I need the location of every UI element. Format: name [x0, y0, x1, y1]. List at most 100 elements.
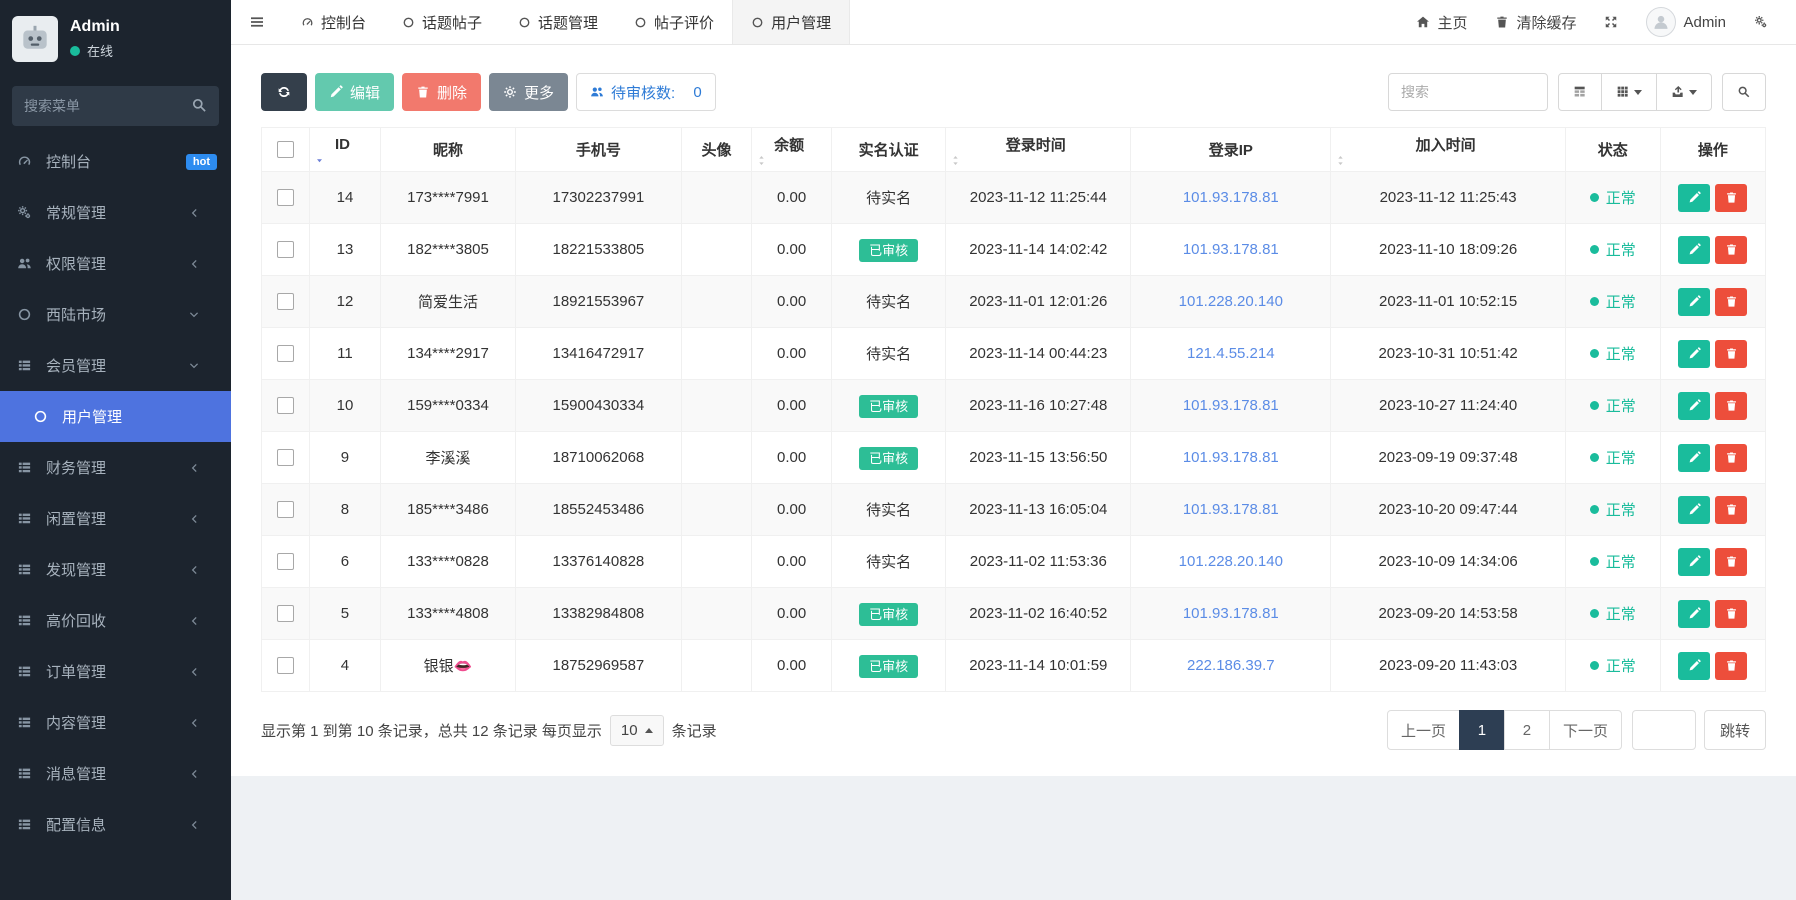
pencil-icon — [1688, 243, 1701, 256]
row-delete-button[interactable] — [1715, 339, 1748, 368]
login-ip-link[interactable]: 101.228.20.140 — [1179, 293, 1283, 310]
sidebar-item-message[interactable]: 消息管理 — [0, 748, 231, 799]
page-button-1[interactable]: 1 — [1458, 710, 1505, 750]
row-realname-status: 已审核 — [830, 379, 947, 432]
row-edit-button[interactable] — [1678, 495, 1711, 524]
sidebar-toggle-icon[interactable] — [231, 0, 283, 44]
more-button[interactable]: 更多 — [489, 73, 569, 111]
sidebar-item-user[interactable]: 用户管理 — [0, 391, 231, 442]
page-button-2[interactable]: 2 — [1503, 710, 1550, 750]
search-toggle-button[interactable] — [1722, 73, 1766, 111]
detail-view-button[interactable] — [1558, 73, 1602, 111]
row-checkbox[interactable] — [277, 605, 295, 623]
admin-user-menu[interactable]: Admin — [1632, 0, 1740, 44]
row-delete-button[interactable] — [1715, 443, 1748, 472]
row-edit-button[interactable] — [1678, 339, 1711, 368]
column-header[interactable]: ID — [309, 127, 381, 172]
row-delete-button[interactable] — [1715, 651, 1748, 680]
row-checkbox[interactable] — [277, 293, 295, 311]
row-edit-button[interactable] — [1678, 183, 1711, 212]
delete-button[interactable]: 删除 — [402, 73, 482, 111]
page-size-dropdown[interactable]: 10 — [609, 714, 664, 746]
row-edit-button[interactable] — [1678, 391, 1711, 420]
edit-button[interactable]: 编辑 — [315, 73, 395, 111]
sidebar-item-member[interactable]: 会员管理 — [0, 340, 231, 391]
login-ip-link[interactable]: 101.93.178.81 — [1183, 449, 1279, 466]
row-nickname: 133****0828 — [379, 535, 517, 588]
row-checkbox[interactable] — [277, 449, 295, 467]
row-delete-button[interactable] — [1715, 547, 1748, 576]
sidebar-item-general[interactable]: 常规管理 — [0, 187, 231, 238]
row-edit-button[interactable] — [1678, 599, 1711, 628]
sidebar-item-recycle[interactable]: 高价回收 — [0, 595, 231, 646]
menu-search-input[interactable] — [12, 86, 219, 126]
row-delete-button[interactable] — [1715, 287, 1748, 316]
sidebar-item-auth[interactable]: 权限管理 — [0, 238, 231, 289]
sidebar-item-market[interactable]: 西陆市场 — [0, 289, 231, 340]
row-delete-button[interactable] — [1715, 391, 1748, 420]
row-edit-button[interactable] — [1678, 235, 1711, 264]
tab-post-review[interactable]: 帖子评价 — [616, 0, 732, 44]
sidebar-item-label: 财务管理 — [46, 460, 107, 477]
row-edit-button[interactable] — [1678, 651, 1711, 680]
prev-page-button[interactable]: 上一页 — [1386, 710, 1460, 750]
pending-count: 0 — [693, 83, 702, 101]
row-checkbox[interactable] — [277, 501, 295, 519]
login-ip-link[interactable]: 222.186.39.7 — [1187, 657, 1275, 674]
sidebar-item-idle[interactable]: 闲置管理 — [0, 493, 231, 544]
row-checkbox[interactable] — [277, 397, 295, 415]
row-checkbox[interactable] — [277, 657, 295, 675]
sidebar-item-label: 控制台 — [46, 154, 92, 171]
sidebar-item-content[interactable]: 内容管理 — [0, 697, 231, 748]
login-ip-link[interactable]: 101.228.20.140 — [1179, 553, 1283, 570]
login-ip-link[interactable]: 101.93.178.81 — [1183, 189, 1279, 206]
row-status-cell: 正常 — [1564, 171, 1661, 224]
home-button[interactable]: 主页 — [1402, 0, 1481, 44]
table-search-input[interactable] — [1388, 73, 1548, 111]
row-checkbox[interactable] — [277, 345, 295, 363]
select-all-checkbox[interactable] — [277, 141, 295, 159]
row-edit-button[interactable] — [1678, 547, 1711, 576]
row-delete-button[interactable] — [1715, 183, 1748, 212]
column-header[interactable]: 加入时间 — [1330, 127, 1566, 172]
login-ip-link[interactable]: 121.4.55.214 — [1187, 345, 1275, 362]
export-button[interactable] — [1656, 73, 1712, 111]
login-ip-link[interactable]: 101.93.178.81 — [1183, 241, 1279, 258]
login-ip-link[interactable]: 101.93.178.81 — [1183, 397, 1279, 414]
next-page-button[interactable]: 下一页 — [1548, 710, 1622, 750]
sidebar-item-finance[interactable]: 财务管理 — [0, 442, 231, 493]
row-delete-button[interactable] — [1715, 495, 1748, 524]
sidebar-item-order[interactable]: 订单管理 — [0, 646, 231, 697]
row-edit-button[interactable] — [1678, 443, 1711, 472]
jump-page-input[interactable] — [1631, 710, 1696, 750]
sidebar: Admin 在线 控制台 hot 常规管理权限管理西陆市场会员管理用户管理财务管理闲… — [0, 0, 231, 900]
nav-tabs: 控制台 话题帖子 话题管理 帖子评价 用户管理 — [231, 0, 1402, 44]
tab-topic[interactable]: 话题管理 — [500, 0, 616, 44]
row-edit-button[interactable] — [1678, 287, 1711, 316]
sidebar-item-discover[interactable]: 发现管理 — [0, 544, 231, 595]
login-ip-link[interactable]: 101.93.178.81 — [1183, 605, 1279, 622]
tab-dashboard[interactable]: 控制台 — [283, 0, 384, 44]
row-delete-button[interactable] — [1715, 235, 1748, 264]
row-select-cell — [260, 483, 311, 536]
settings-button[interactable] — [1740, 0, 1782, 44]
sidebar-item-config[interactable]: 配置信息 — [0, 799, 231, 850]
row-delete-button[interactable] — [1715, 599, 1748, 628]
refresh-button[interactable] — [261, 73, 307, 111]
columns-button[interactable] — [1601, 73, 1657, 111]
column-header[interactable]: 余额 — [751, 127, 832, 172]
column-header[interactable]: 登录时间 — [945, 127, 1132, 172]
row-phone: 17302237991 — [515, 171, 682, 224]
tab-user[interactable]: 用户管理 — [732, 0, 851, 44]
row-checkbox[interactable] — [277, 189, 295, 207]
login-ip-link[interactable]: 101.93.178.81 — [1183, 501, 1279, 518]
tab-topic-post[interactable]: 话题帖子 — [384, 0, 500, 44]
fullscreen-button[interactable] — [1590, 0, 1632, 44]
clear-cache-button[interactable]: 清除缓存 — [1481, 0, 1590, 44]
sidebar-item-dashboard[interactable]: 控制台 hot — [0, 136, 231, 187]
row-checkbox[interactable] — [277, 553, 295, 571]
pending-count-button[interactable]: 待审核数: 0 — [576, 73, 716, 111]
jump-button[interactable]: 跳转 — [1703, 710, 1766, 750]
row-checkbox[interactable] — [277, 241, 295, 259]
row-nickname: 159****0334 — [379, 379, 517, 432]
